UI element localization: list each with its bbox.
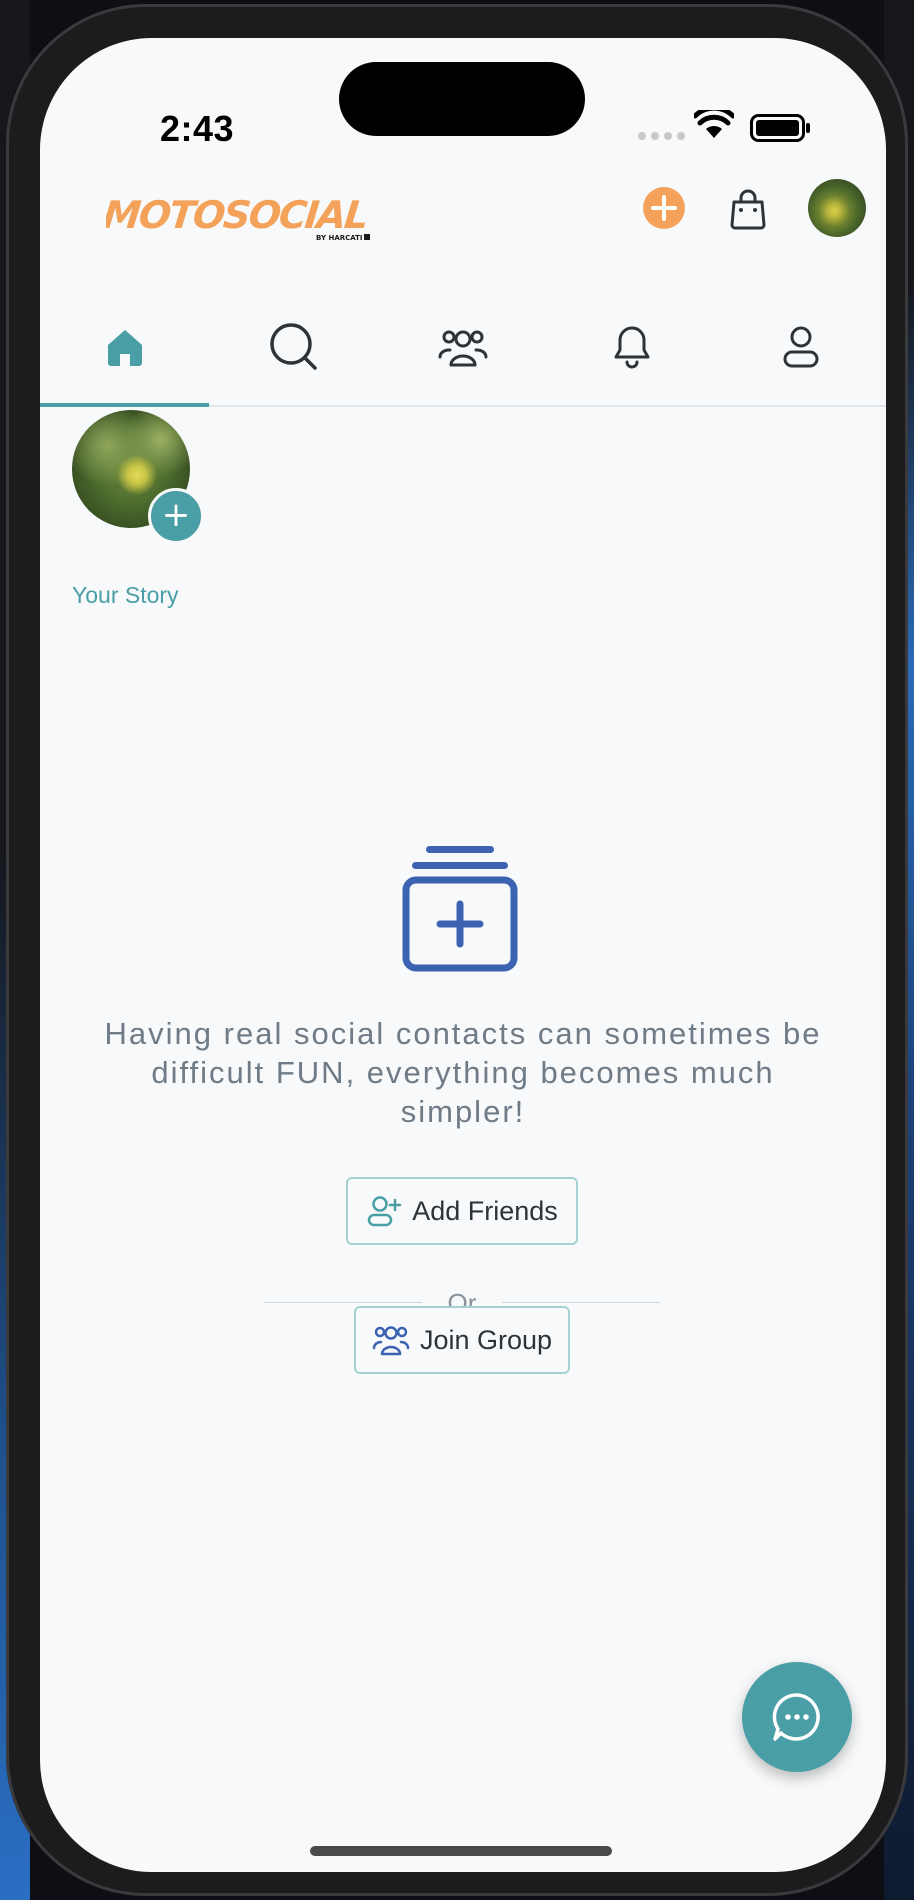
phone-frame: 2:43 MOTOSOCIAL BY HARCATI + Your Story … — [6, 4, 908, 1896]
create-post-button[interactable] — [642, 186, 686, 230]
add-collection-icon — [402, 846, 518, 972]
tab-profile[interactable] — [717, 288, 886, 405]
add-story-button[interactable]: + — [148, 488, 204, 544]
wifi-icon — [694, 110, 734, 138]
add-friends-label: Add Friends — [412, 1195, 558, 1226]
search-icon — [270, 322, 317, 370]
tab-search[interactable] — [209, 288, 378, 405]
dynamic-island — [339, 62, 585, 136]
chat-button[interactable] — [742, 1662, 852, 1772]
battery-icon — [750, 114, 810, 142]
add-user-icon — [367, 1196, 402, 1227]
svg-text:BY HARCATI: BY HARCATI — [316, 234, 363, 242]
add-friends-button[interactable]: Add Friends — [346, 1177, 578, 1245]
divider-line-right — [502, 1302, 660, 1303]
shopping-bag-button[interactable] — [726, 186, 770, 230]
bell-icon — [614, 326, 650, 368]
status-time: 2:43 — [160, 108, 235, 149]
home-indicator — [310, 1846, 612, 1856]
join-group-button[interactable]: Join Group — [354, 1306, 570, 1374]
tab-notifications[interactable] — [548, 288, 717, 405]
empty-state-message: Having real social contacts can sometime… — [104, 1016, 822, 1129]
motosocial-logo: MOTOSOCIAL BY HARCATI — [106, 193, 370, 242]
chat-bubble-icon — [772, 1693, 820, 1741]
tab-home[interactable] — [40, 288, 210, 407]
cellular-signal-icon — [638, 132, 685, 140]
user-icon — [783, 326, 819, 367]
svg-text:MOTOSOCIAL: MOTOSOCIAL — [106, 193, 369, 237]
story-label: Your Story — [72, 582, 179, 608]
group-icon — [438, 330, 488, 366]
user-avatar[interactable] — [808, 179, 866, 237]
tab-groups[interactable] — [378, 288, 547, 405]
tab-bar — [40, 288, 886, 407]
join-group-label: Join Group — [419, 1324, 553, 1355]
group-icon — [372, 1326, 410, 1356]
home-icon — [107, 329, 142, 366]
app-screen: 2:43 MOTOSOCIAL BY HARCATI + Your Story … — [40, 38, 886, 1872]
